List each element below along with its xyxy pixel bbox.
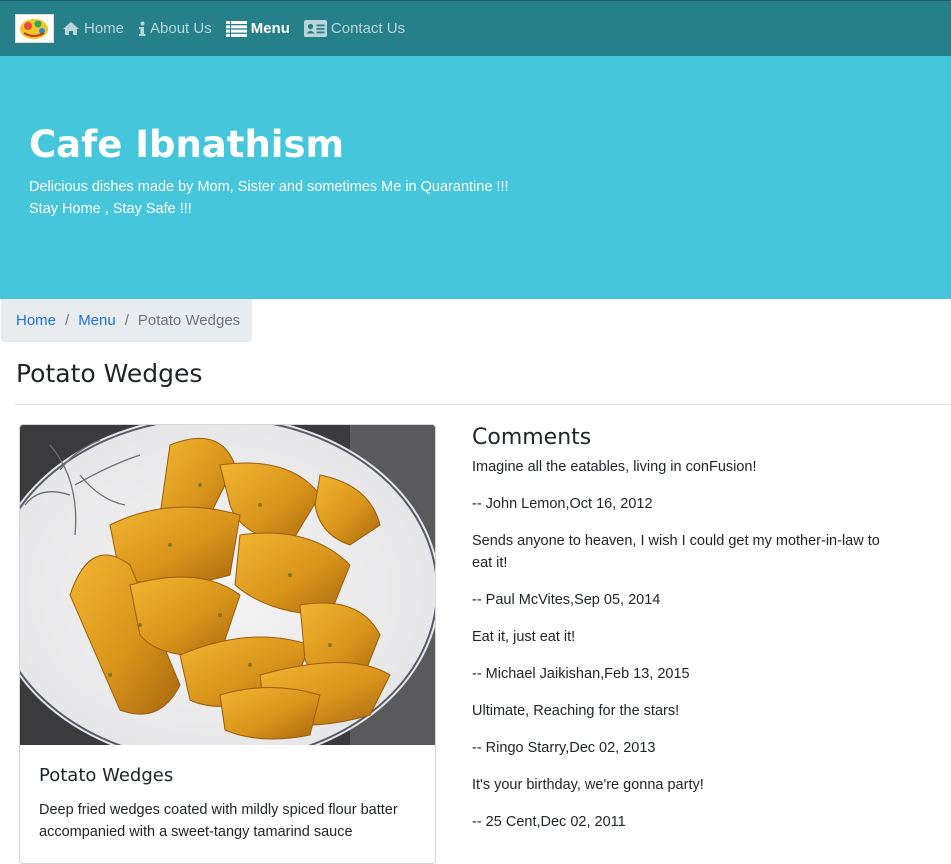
nav-menu-label: Menu	[250, 20, 290, 37]
comment-text: Ultimate, Reaching for the stars!	[472, 703, 680, 719]
nav-about-label: About Us	[150, 20, 212, 37]
comment-item: Eat it, just eat it! -- Michael Jaikisha…	[472, 626, 892, 685]
comment-item: Sends anyone to heaven, I wish I could g…	[472, 530, 892, 611]
dish-name: Potato Wedges	[39, 765, 174, 786]
dish-image	[20, 425, 435, 745]
comment-item: Ultimate, Reaching for the stars! -- Rin…	[472, 700, 892, 759]
breadcrumb-menu[interactable]: Menu	[78, 312, 116, 329]
list-icon	[225, 20, 247, 37]
comment-meta: -- John Lemon,Oct 16, 2012	[472, 496, 653, 512]
breadcrumb-home[interactable]: Home	[16, 312, 56, 329]
nav-about[interactable]: About Us	[138, 20, 212, 37]
page-title: Potato Wedges	[16, 359, 203, 388]
breadcrumb-current: Potato Wedges	[137, 312, 241, 329]
comment-text: Eat it, just eat it!	[472, 629, 576, 645]
nav-contact-label: Contact Us	[330, 20, 406, 37]
address-card-icon	[303, 20, 327, 37]
breadcrumb-separator: /	[124, 312, 129, 329]
site-title: Cafe Ibnathism	[29, 123, 345, 166]
breadcrumb-separator: /	[65, 312, 70, 329]
navbar: Home About Us Menu Contact Us	[0, 0, 951, 56]
comment-text: Sends anyone to heaven, I wish I could g…	[472, 533, 880, 571]
nav-menu[interactable]: Menu	[225, 20, 290, 37]
site-tagline: Delicious dishes made by Mom, Sister and…	[29, 176, 509, 220]
divider	[15, 404, 951, 405]
comments-section: Comments Imagine all the eatables, livin…	[472, 424, 892, 848]
comment-meta: -- Paul McVites,Sep 05, 2014	[472, 592, 661, 608]
comment-item: It's your birthday, we're gonna party! -…	[472, 774, 892, 833]
nav-home[interactable]: Home	[62, 20, 124, 37]
comment-meta: -- Ringo Starry,Dec 02, 2013	[472, 740, 656, 756]
tagline-line-1: Delicious dishes made by Mom, Sister and…	[29, 179, 509, 195]
cafe-logo-icon[interactable]	[15, 14, 54, 43]
comment-meta: -- Michael Jaikishan,Feb 13, 2015	[472, 666, 690, 682]
comment-item: Imagine all the eatables, living in conF…	[472, 456, 892, 515]
comment-text: It's your birthday, we're gonna party!	[472, 777, 704, 793]
comments-heading: Comments	[472, 425, 592, 450]
dish-description: Deep fried wedges coated with mildly spi…	[39, 802, 398, 840]
nav-contact[interactable]: Contact Us	[303, 20, 406, 37]
home-icon	[62, 21, 80, 36]
nav-home-label: Home	[84, 20, 125, 37]
breadcrumb: Home / Menu / Potato Wedges	[1, 299, 252, 342]
comment-text: Imagine all the eatables, living in conF…	[472, 459, 757, 475]
comment-meta: -- 25 Cent,Dec 02, 2011	[472, 814, 626, 830]
jumbotron: Cafe Ibnathism Delicious dishes made by …	[0, 56, 951, 299]
info-icon	[138, 21, 146, 37]
dish-card: Potato Wedges Deep fried wedges coated w…	[19, 424, 436, 864]
tagline-line-2: Stay Home , Stay Safe !!!	[29, 201, 192, 217]
comment-list: Imagine all the eatables, living in conF…	[472, 456, 892, 833]
